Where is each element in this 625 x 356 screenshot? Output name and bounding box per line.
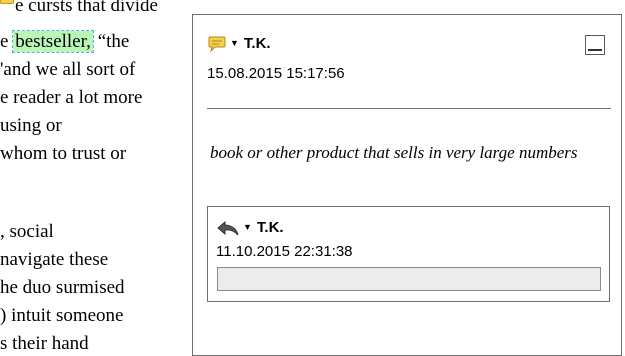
doc-line-3: 'and we all sort of: [0, 59, 136, 80]
comment-author-menu[interactable]: ▼ T.K.: [207, 35, 271, 52]
doc-line-11: he duo surmised: [0, 277, 125, 298]
comment-marker-icon[interactable]: [0, 0, 14, 4]
doc-line-5: using or: [0, 115, 62, 136]
comment-text[interactable]: book or other product that sells in very…: [210, 141, 610, 165]
chevron-down-icon: ▼: [230, 38, 239, 48]
doc-line-1-text: e cursts that divide: [15, 0, 158, 16]
minimize-button[interactable]: [585, 35, 605, 55]
doc-line-1: e cursts that divide: [0, 0, 158, 20]
reply-author-menu[interactable]: ▼ T.K.: [216, 219, 284, 236]
reply-timestamp: 11.10.2015 22:31:38: [216, 243, 353, 260]
doc-line-2-before: e: [0, 31, 14, 52]
doc-line-4: e reader a lot more: [0, 87, 143, 108]
reply-author: T.K.: [256, 219, 284, 236]
doc-line-2-after: “the: [92, 31, 130, 52]
comment-author: T.K.: [243, 35, 271, 52]
comment-timestamp: 15.08.2015 15:17:56: [207, 65, 345, 82]
reply-arrow-icon: [217, 220, 239, 235]
doc-line-13: s their hand: [0, 333, 89, 354]
gutter: [178, 0, 192, 356]
highlighted-word[interactable]: bestseller,: [12, 30, 94, 53]
divider: [207, 108, 611, 109]
doc-line-6: whom to trust or: [0, 143, 127, 164]
doc-line-9: , social: [0, 221, 54, 242]
chevron-down-icon: ▼: [243, 222, 252, 232]
doc-line-12: ) intuit someone: [0, 305, 124, 326]
comment-panel: ▼ T.K. 15.08.2015 15:17:56 book or other…: [192, 14, 622, 356]
doc-line-2: e bestseller, “the: [0, 28, 129, 56]
speech-bubble-icon: [208, 36, 226, 52]
document-text-area[interactable]: e cursts that divide e bestseller, “the …: [0, 0, 178, 356]
reply-input[interactable]: [217, 267, 601, 291]
doc-line-10: navigate these: [0, 249, 109, 270]
reply-box: ▼ T.K. 11.10.2015 22:31:38: [207, 206, 610, 302]
